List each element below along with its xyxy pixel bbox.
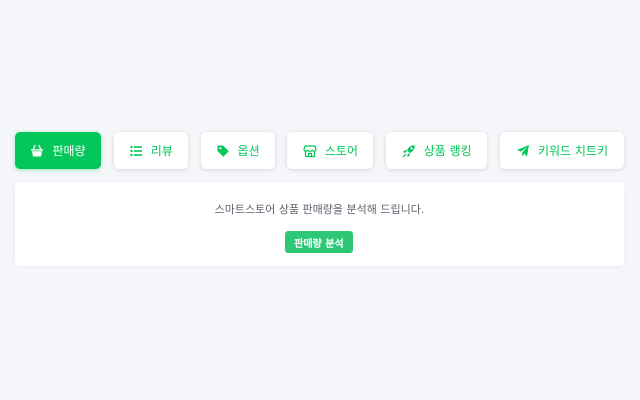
tab-sales-label: 판매량 xyxy=(52,144,86,158)
sales-panel: 스마트스토어 상품 판매량을 분석해 드립니다. 판매량 분석 xyxy=(15,182,624,266)
paper-plane-icon xyxy=(516,144,530,158)
tab-keyword-cheatkey-label: 키워드 치트키 xyxy=(537,144,609,158)
tab-keyword-cheatkey[interactable]: 키워드 치트키 xyxy=(499,132,624,169)
tab-bar: 판매량 리뷰 옵션 스토어 상품 랭킹 키워드 치트키 xyxy=(15,132,624,169)
tab-options[interactable]: 옵션 xyxy=(200,132,275,169)
tab-store[interactable]: 스토어 xyxy=(287,132,374,169)
store-icon xyxy=(303,144,317,158)
panel-description: 스마트스토어 상품 판매량을 분석해 드립니다. xyxy=(214,203,425,216)
rocket-icon xyxy=(402,144,416,158)
tab-product-ranking-label: 상품 랭킹 xyxy=(423,144,472,158)
tab-store-label: 스토어 xyxy=(324,144,358,158)
tag-icon xyxy=(216,144,230,158)
tab-product-ranking[interactable]: 상품 랭킹 xyxy=(386,132,488,169)
tab-sales[interactable]: 판매량 xyxy=(15,132,101,169)
basket-icon xyxy=(30,144,44,158)
tab-reviews-label: 리뷰 xyxy=(150,144,173,158)
list-icon xyxy=(129,144,143,158)
analyze-sales-button[interactable]: 판매량 분석 xyxy=(285,231,353,253)
tab-reviews[interactable]: 리뷰 xyxy=(113,132,188,169)
tab-options-label: 옵션 xyxy=(237,144,260,158)
